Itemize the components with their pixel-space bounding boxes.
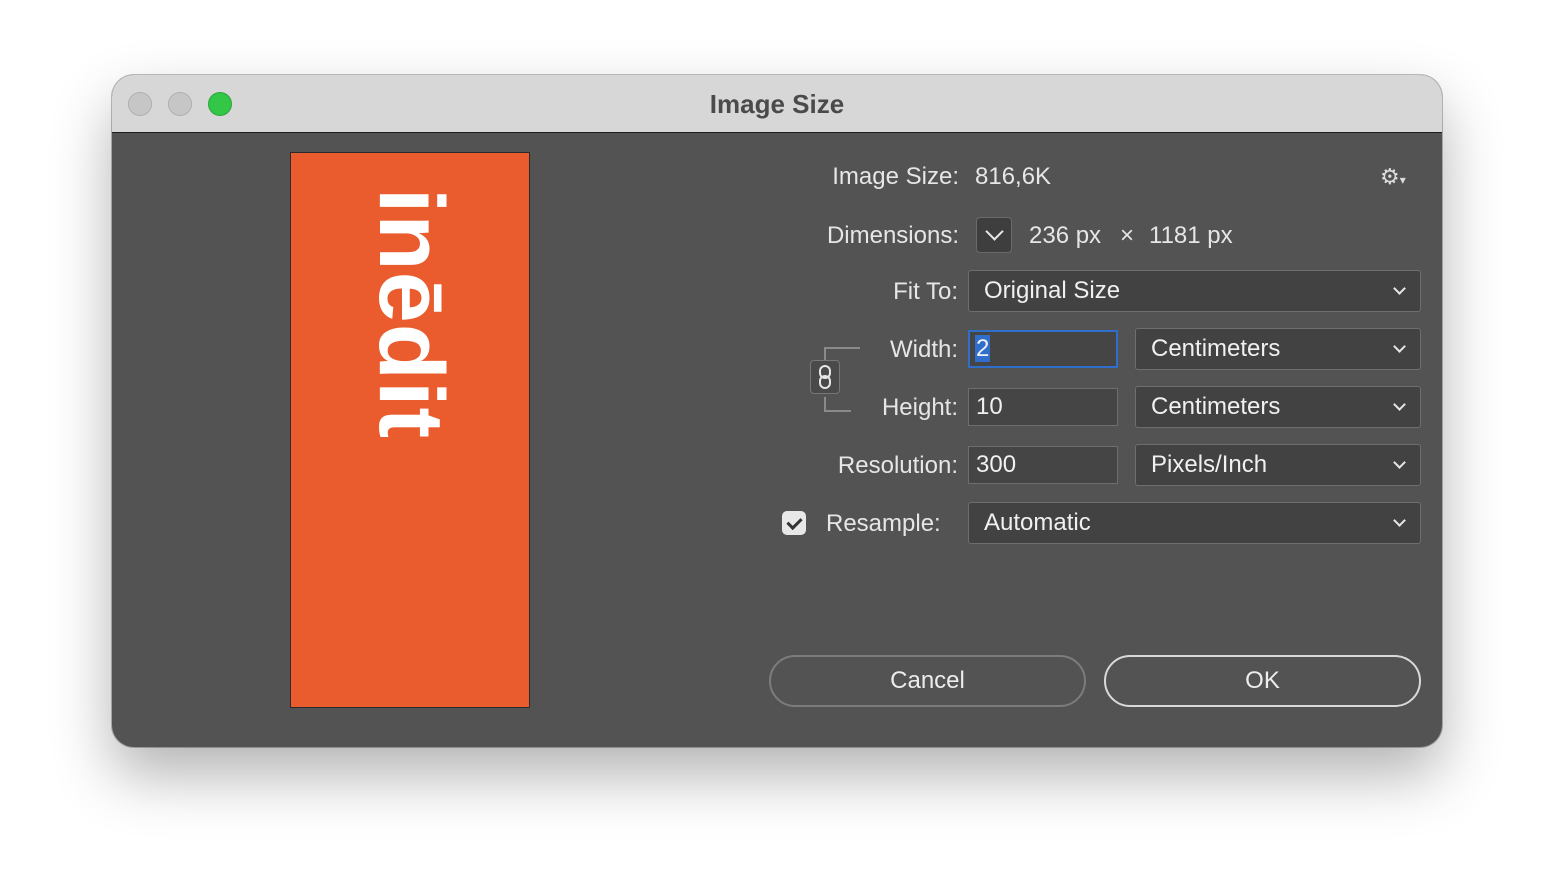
width-unit-select[interactable]: Centimeters bbox=[1135, 328, 1421, 370]
resolution-label: Resolution: bbox=[837, 452, 958, 479]
chevron-down-icon bbox=[984, 222, 1004, 241]
title-bar: Image Size bbox=[112, 75, 1442, 133]
dimensions-times-sign: × bbox=[1120, 222, 1135, 249]
image-size-value: 816,6K bbox=[975, 163, 1052, 190]
chevron-down-icon bbox=[1393, 398, 1406, 411]
fit-to-select[interactable]: Original Size bbox=[968, 270, 1421, 312]
chevron-down-icon bbox=[1393, 456, 1406, 469]
fit-to-label: Fit To: bbox=[893, 278, 958, 305]
link-icon[interactable] bbox=[810, 360, 840, 394]
dimensions-unit-toggle[interactable] bbox=[976, 217, 1012, 253]
resample-checkbox[interactable] bbox=[782, 511, 806, 535]
resolution-input[interactable]: 300 bbox=[968, 446, 1118, 484]
image-size-dialog: Image Size inēdit Image Size: 816,6K ⚙▾ … bbox=[112, 75, 1442, 747]
height-label: Height: bbox=[881, 394, 958, 421]
resolution-unit-select[interactable]: Pixels/Inch bbox=[1135, 444, 1421, 486]
ok-button[interactable]: OK bbox=[1104, 655, 1421, 707]
resample-value: Automatic bbox=[984, 509, 1091, 536]
height-input[interactable]: 10 bbox=[968, 388, 1118, 426]
dimensions-label: Dimensions: bbox=[826, 222, 959, 249]
chevron-down-icon bbox=[1393, 282, 1406, 295]
height-unit-select[interactable]: Centimeters bbox=[1135, 386, 1421, 428]
image-size-label: Image Size: bbox=[832, 163, 959, 190]
width-input[interactable]: 2 bbox=[968, 330, 1118, 368]
fit-to-value: Original Size bbox=[984, 277, 1121, 304]
window-title: Image Size bbox=[709, 89, 845, 119]
resample-select[interactable]: Automatic bbox=[968, 502, 1421, 544]
checkmark-icon bbox=[785, 513, 803, 530]
width-unit-value: Centimeters bbox=[1151, 335, 1281, 362]
resolution-value: 300 bbox=[976, 451, 1017, 478]
resample-label: Resample: bbox=[826, 510, 941, 537]
width-label: Width: bbox=[889, 336, 958, 363]
dimensions-height-value: 1181 px bbox=[1149, 222, 1233, 249]
height-value: 10 bbox=[976, 393, 1003, 420]
chevron-down-icon bbox=[1393, 340, 1406, 353]
gear-icon[interactable]: ⚙▾ bbox=[1380, 164, 1406, 190]
height-unit-value: Centimeters bbox=[1151, 393, 1281, 420]
preview-logo-text: inēdit bbox=[360, 187, 463, 439]
cancel-button[interactable]: Cancel bbox=[769, 655, 1086, 707]
dimensions-width-value: 236 px bbox=[1029, 222, 1102, 249]
resolution-unit-value: Pixels/Inch bbox=[1151, 451, 1268, 478]
image-preview[interactable]: inēdit bbox=[290, 152, 530, 708]
width-value: 2 bbox=[975, 335, 991, 362]
chevron-down-icon bbox=[1393, 514, 1406, 527]
